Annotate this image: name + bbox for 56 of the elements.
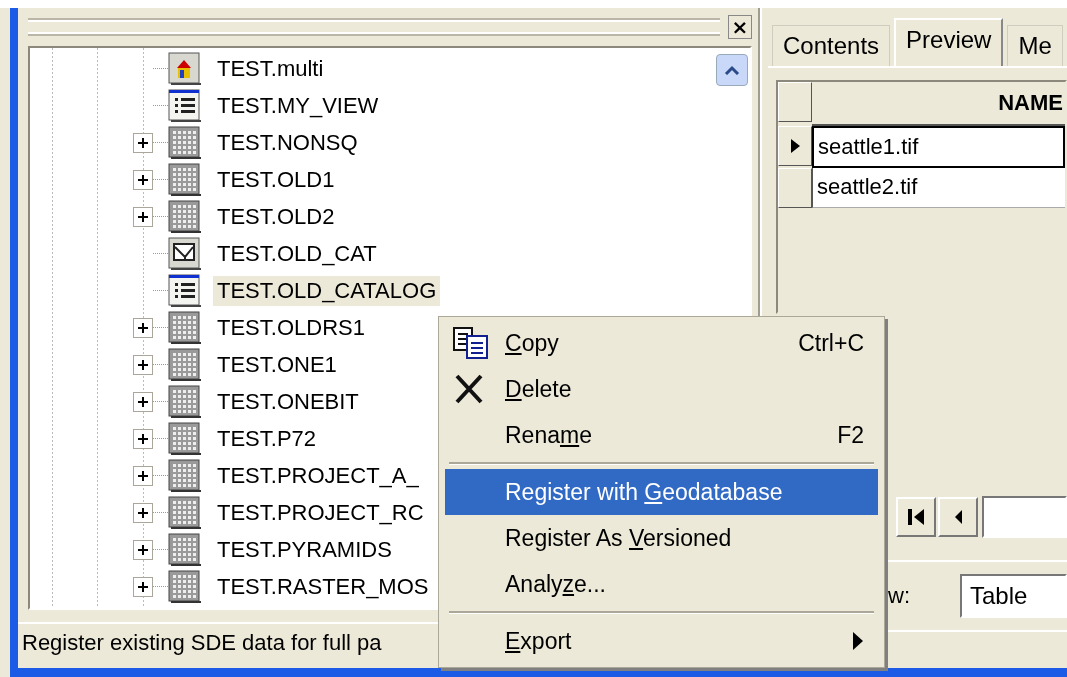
row-header[interactable] (778, 126, 812, 166)
expand-icon[interactable] (133, 169, 153, 190)
menu-item[interactable]: Rename F2 (445, 412, 878, 458)
expand-icon[interactable] (133, 465, 153, 486)
current-row-icon (789, 138, 801, 154)
expand-icon[interactable] (133, 317, 153, 338)
tree-item[interactable]: TEST.ONEBIT (213, 386, 363, 417)
tree-item[interactable]: TEST.OLDRS1 (213, 312, 369, 343)
menu-item[interactable]: Register As Versioned (445, 515, 878, 561)
table-icon (168, 88, 202, 123)
tree-item[interactable]: TEST.OLD1 (213, 164, 339, 195)
expand-icon[interactable] (133, 132, 153, 153)
first-record-icon (906, 508, 926, 526)
tree-item[interactable]: TEST.MY_VIEW (213, 90, 383, 121)
tree-item[interactable]: TEST.PROJECT_A_ (213, 460, 423, 491)
record-field[interactable] (982, 496, 1067, 538)
preview-label: w: (888, 583, 910, 609)
menu-item[interactable]: Analyze... (445, 561, 878, 607)
expand-icon[interactable] (133, 354, 153, 375)
preview-dropdown[interactable]: Table (960, 574, 1067, 618)
expand-icon[interactable] (133, 428, 153, 449)
scroll-up-button[interactable] (716, 54, 748, 86)
tree-item[interactable]: TEST.PYRAMIDS (213, 534, 396, 565)
copy-icon (453, 327, 489, 359)
close-button[interactable]: × (728, 15, 752, 39)
tab[interactable]: Me (1007, 25, 1063, 66)
house-icon (168, 51, 202, 86)
submenu-arrow-icon (852, 631, 864, 651)
tree-item[interactable]: TEST.P72 (213, 423, 321, 454)
menu-item[interactable]: Delete (445, 366, 878, 412)
tree-item[interactable]: TEST.OLD_CAT (213, 238, 381, 269)
menu-item[interactable]: Register with Geodatabase (445, 469, 878, 515)
table-icon (168, 273, 202, 308)
tree-item[interactable]: TEST.multi (213, 53, 328, 84)
tab[interactable]: Preview (894, 18, 1004, 66)
grip-bar[interactable] (28, 20, 720, 34)
tree-item[interactable]: TEST.PROJECT_RC (213, 497, 428, 528)
tree-item[interactable]: TEST.ONE1 (213, 349, 341, 380)
expand-icon[interactable] (133, 576, 153, 597)
expand-icon[interactable] (133, 502, 153, 523)
expand-icon[interactable] (133, 206, 153, 227)
menu-item[interactable]: Copy Ctrl+C (445, 320, 878, 366)
tab[interactable]: Contents (772, 25, 891, 66)
catalog-icon (168, 236, 202, 271)
table-cell: seattle2.tif (812, 168, 1065, 208)
tree-item[interactable]: TEST.OLD2 (213, 201, 339, 232)
tree-item[interactable]: TEST.OLD_CATALOG (213, 275, 441, 306)
tree-item[interactable]: TEST.NONSQ (213, 127, 362, 158)
grid-corner (778, 82, 812, 122)
first-record-button[interactable] (896, 497, 936, 537)
tree-item[interactable]: TEST.RASTER_MOS (213, 571, 433, 602)
table-cell: seattle1.tif (812, 126, 1065, 168)
row-header[interactable] (778, 168, 812, 208)
previous-record-button[interactable] (938, 497, 978, 537)
expand-icon[interactable] (133, 391, 153, 412)
expand-icon[interactable] (133, 539, 153, 560)
